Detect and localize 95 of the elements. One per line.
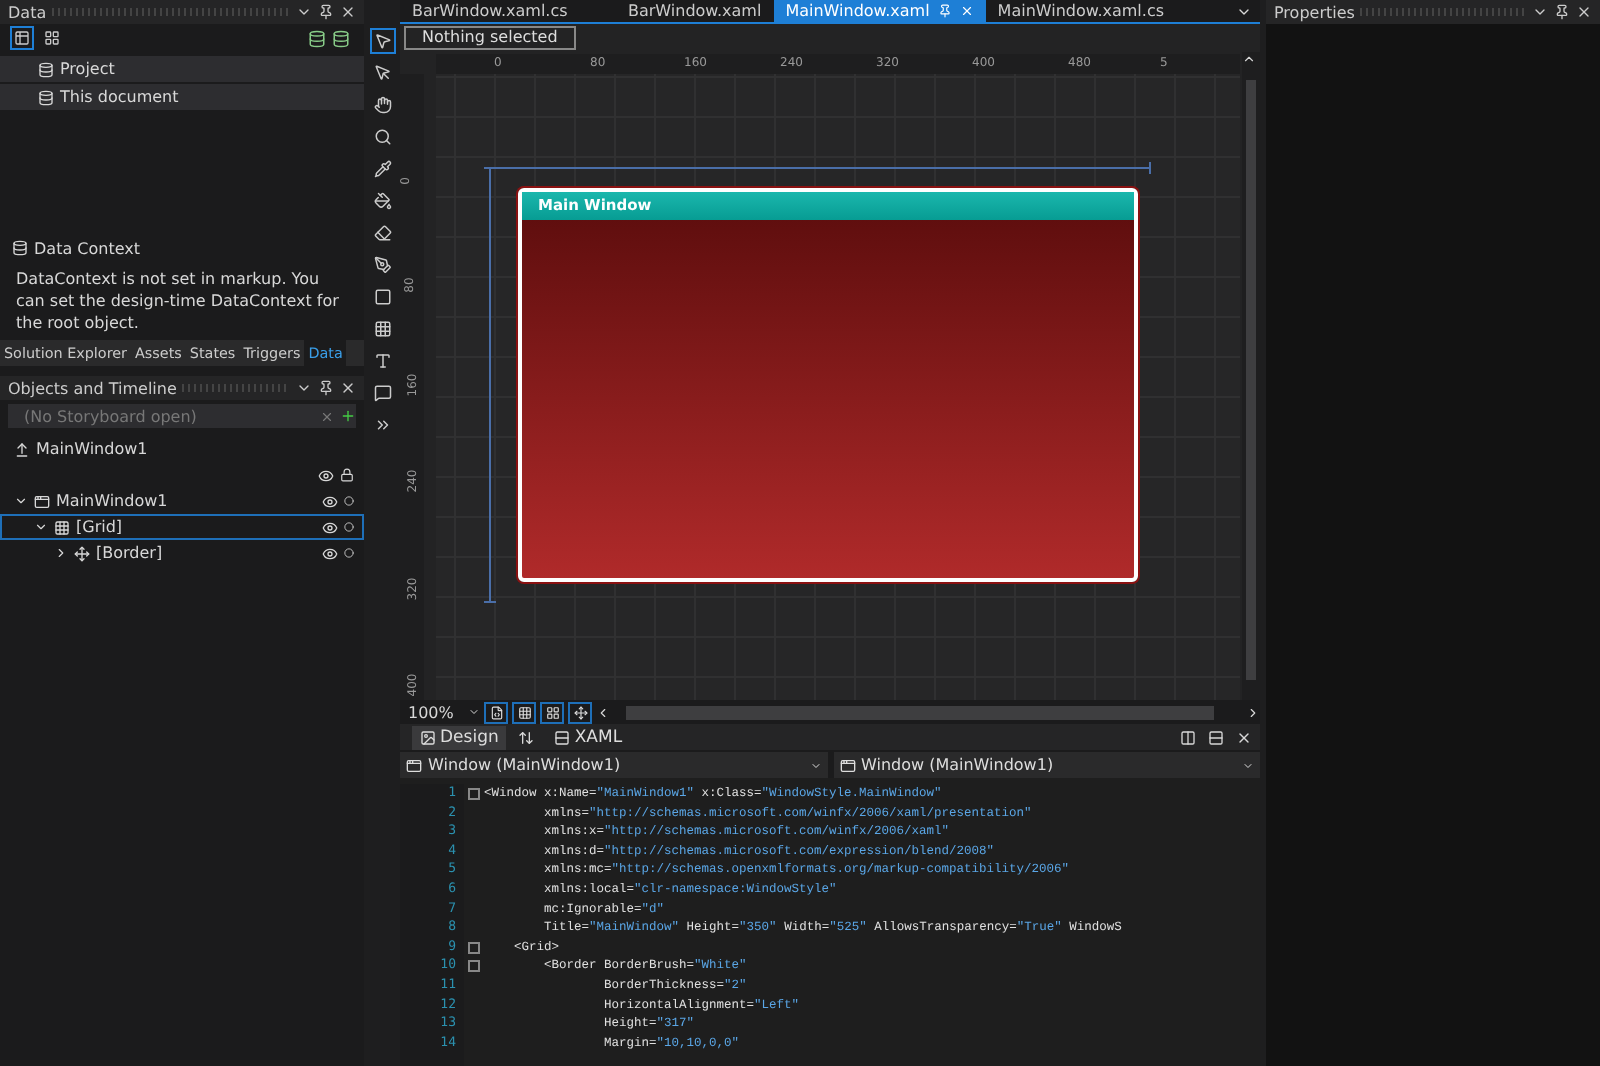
dropdown-icon[interactable] [296, 380, 312, 396]
tree-label: MainWindow1 [56, 492, 168, 510]
list-icon [14, 30, 30, 46]
scroll-right-icon[interactable] [1246, 705, 1260, 719]
tree-item[interactable]: [Border] [0, 540, 364, 566]
selection-label: Nothing selected [404, 26, 576, 50]
window-icon [34, 493, 50, 509]
scope-label: MainWindow1 [36, 440, 148, 458]
view-tab[interactable]: Design [412, 725, 507, 749]
pen-icon [373, 256, 391, 274]
grid-view-button[interactable] [40, 26, 64, 50]
close-icon[interactable] [1576, 4, 1592, 20]
document-tab[interactable]: BarWindow.xaml.cs [400, 0, 616, 22]
split-icon [554, 729, 571, 745]
split-horizontal-icon[interactable] [1208, 729, 1224, 745]
callout-tool[interactable] [369, 380, 395, 406]
scrollbar[interactable] [626, 705, 1214, 719]
scrollbar[interactable] [1242, 52, 1260, 700]
visibility-icon[interactable] [322, 493, 338, 509]
snap-lines-button[interactable] [568, 701, 592, 723]
fold-marker[interactable] [468, 960, 480, 973]
grid-icon [517, 705, 531, 719]
pan-tool[interactable] [369, 92, 395, 118]
list-view-button[interactable] [10, 26, 34, 50]
close-icon[interactable] [340, 4, 356, 20]
scope-dropdown[interactable]: Window (MainWindow1) [833, 752, 1260, 778]
dropdown-icon [1242, 759, 1254, 771]
split-vertical-icon[interactable] [1180, 729, 1196, 745]
database-icon [38, 89, 54, 105]
view-tab[interactable]: XAML [546, 725, 631, 749]
pen-tool[interactable] [369, 252, 395, 278]
eraser-icon [373, 224, 391, 242]
pin-icon[interactable] [1554, 4, 1570, 20]
text-icon [373, 352, 391, 370]
pin-icon[interactable] [318, 380, 334, 396]
search-icon [373, 128, 391, 146]
grid-icon [54, 519, 70, 535]
image-icon [420, 729, 436, 745]
grid-toggle-button[interactable] [512, 701, 536, 723]
panel-title: Objects and Timeline [8, 379, 177, 397]
document-tab[interactable]: BarWindow.xaml [616, 0, 774, 22]
tree-item[interactable]: MainWindow1 [0, 488, 364, 514]
tree-item[interactable]: [Grid] [0, 514, 364, 540]
tree-label: [Grid] [76, 518, 123, 536]
section-title: Data Context [34, 239, 140, 257]
window-icon [839, 757, 855, 773]
visibility-icon[interactable] [318, 467, 334, 483]
zoom-dropdown[interactable]: 100% [408, 703, 464, 721]
scroll-left-icon[interactable] [596, 705, 610, 719]
grid-icon [44, 30, 60, 46]
grid-icon [545, 705, 559, 719]
close-icon[interactable] [340, 380, 356, 396]
add-icon[interactable] [340, 408, 356, 424]
speech-bubble-icon [373, 384, 391, 402]
hand-icon [373, 96, 391, 114]
tree-label: [Border] [96, 544, 163, 562]
bucket-tool[interactable] [369, 188, 395, 214]
lock-icon[interactable] [340, 468, 354, 482]
dropdown-icon[interactable] [296, 4, 312, 20]
database-icon [12, 240, 28, 256]
fold-marker[interactable] [468, 787, 480, 800]
info-text: DataContext is not set in markup. You can set the design-time DataContext for the root object. [16, 268, 341, 334]
grid-icon [373, 320, 391, 338]
paint-bucket-icon [373, 192, 391, 210]
swap-icon[interactable] [518, 729, 535, 745]
panel-title: Data [8, 3, 47, 21]
double-chevron-icon [373, 416, 391, 434]
eyedropper-icon [373, 160, 391, 178]
database-icon [38, 61, 54, 77]
visibility-icon[interactable] [322, 519, 338, 535]
window-icon [406, 757, 422, 773]
direct-tool[interactable] [369, 60, 395, 86]
collapsed-icon[interactable] [54, 546, 68, 560]
cursor-icon [373, 64, 391, 82]
up-scope-icon [14, 441, 30, 457]
visibility-icon[interactable] [322, 545, 338, 561]
pointer-icon [373, 32, 391, 50]
eraser-tool[interactable] [369, 220, 395, 246]
data-source-item[interactable]: This document [0, 84, 364, 110]
pin-icon[interactable] [318, 4, 334, 20]
data-source-item[interactable]: Project [0, 56, 364, 82]
document-tab[interactable]: MainWindow.xaml.cs [985, 0, 1177, 22]
create-data-icon[interactable] [332, 29, 350, 47]
formula-button[interactable] [484, 701, 508, 723]
select-tool[interactable] [369, 28, 395, 54]
dropdown-icon[interactable] [1532, 4, 1548, 20]
file-icon [489, 705, 503, 719]
dropdown-icon [809, 759, 821, 771]
add-data-source-icon[interactable] [308, 29, 326, 47]
scope-dropdown[interactable]: Window (MainWindow1) [400, 752, 827, 778]
dropdown-icon[interactable] [468, 706, 480, 718]
fold-marker[interactable] [468, 941, 480, 954]
panel-title: Properties [1274, 3, 1355, 21]
rectangle-icon [373, 288, 391, 306]
scroll-up-icon[interactable] [1242, 52, 1256, 66]
